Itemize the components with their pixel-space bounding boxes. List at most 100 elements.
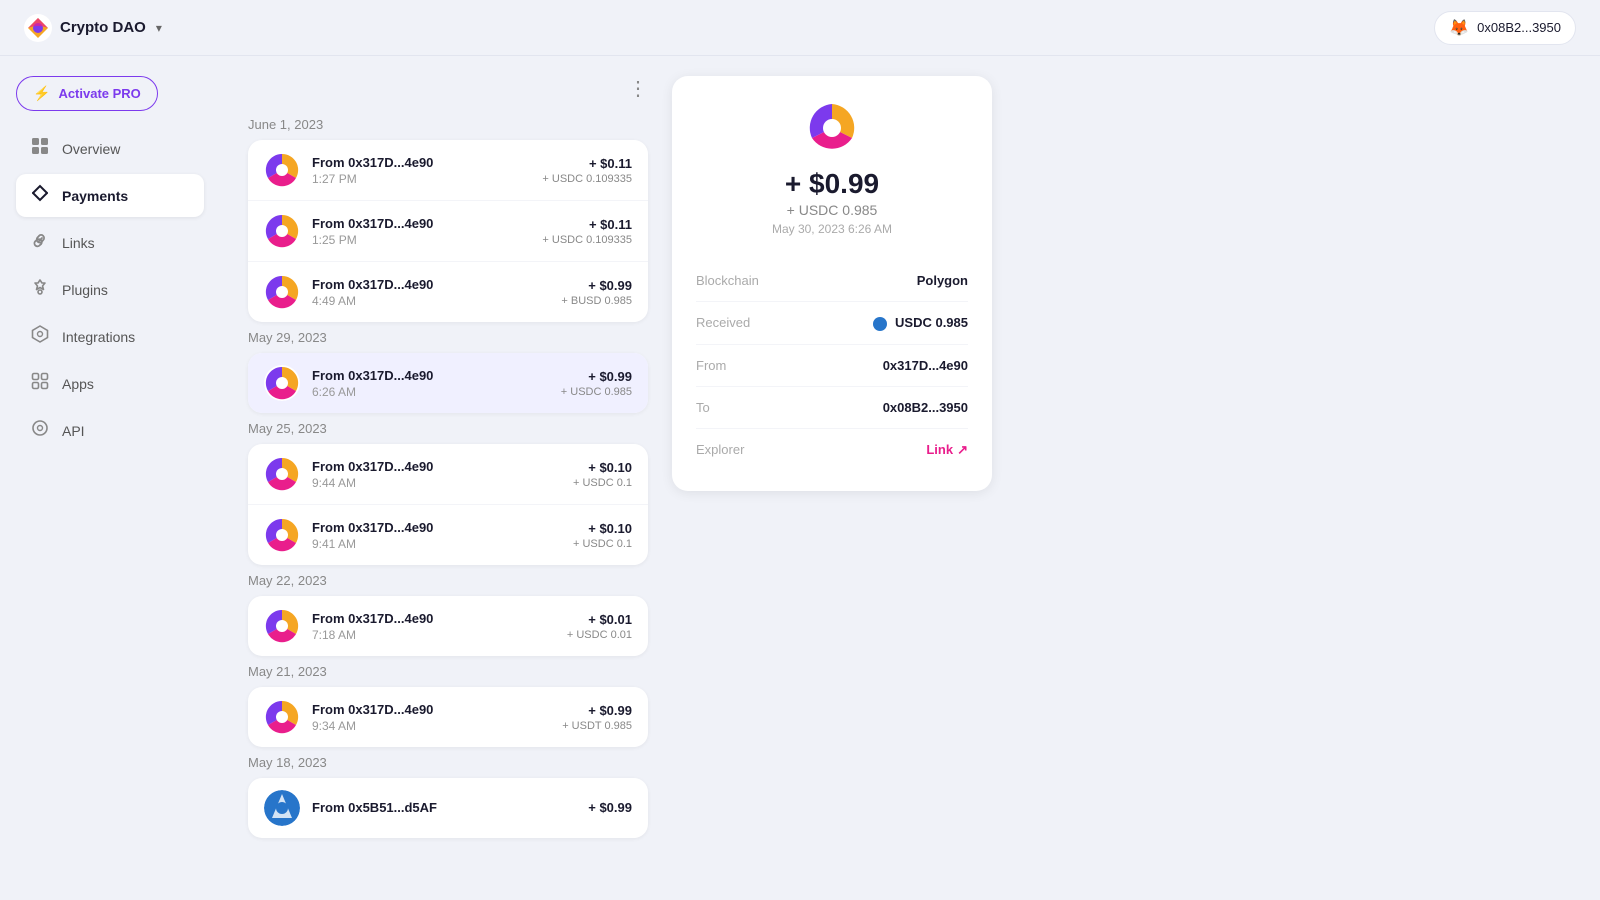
- sidebar-item-links[interactable]: Links: [16, 221, 204, 264]
- payment-avatar: [264, 517, 300, 553]
- section-header: ⋮: [248, 76, 648, 109]
- payment-usd: + $0.11: [542, 217, 632, 232]
- explorer-link[interactable]: Link ↗: [926, 442, 968, 458]
- payment-token: + USDT 0.985: [562, 720, 632, 732]
- payment-token: + USDC 0.1: [573, 538, 632, 550]
- payment-amount: + $0.99: [588, 800, 632, 817]
- payment-info: From 0x317D...4e90 9:41 AM: [312, 520, 573, 551]
- detail-token: + USDC 0.985: [787, 202, 878, 218]
- app-logo-icon: [24, 14, 52, 42]
- blockchain-value: Polygon: [917, 273, 968, 288]
- main-layout: ⚡ Activate PRO Overview Payments Links: [0, 56, 1600, 900]
- payment-token: + USDC 0.1: [573, 477, 632, 489]
- payment-info: From 0x317D...4e90 7:18 AM: [312, 611, 567, 642]
- payment-amount: + $0.11 + USDC 0.109335: [542, 156, 632, 185]
- sidebar-item-api[interactable]: API: [16, 409, 204, 452]
- payment-time: 9:34 AM: [312, 719, 562, 733]
- detail-amount: + $0.99: [785, 168, 879, 200]
- payments-list: ⋮ June 1, 2023 From 0x317D...4e90 1:27 P…: [248, 76, 648, 880]
- sidebar-item-payments[interactable]: Payments: [16, 174, 204, 217]
- payment-avatar: [264, 213, 300, 249]
- payment-token: + BUSD 0.985: [561, 295, 632, 307]
- payment-row[interactable]: From 0x317D...4e90 4:49 AM + $0.99 + BUS…: [248, 262, 648, 322]
- payment-time: 1:27 PM: [312, 172, 542, 186]
- wallet-address: 0x08B2...3950: [1477, 20, 1561, 35]
- payment-amount: + $0.99 + USDT 0.985: [562, 703, 632, 732]
- metamask-fox-icon: 🦊: [1449, 18, 1469, 38]
- payment-usd: + $0.99: [561, 369, 632, 384]
- detail-row-received: Received USDC 0.985: [696, 302, 968, 345]
- sidebar-item-overview[interactable]: Overview: [16, 127, 204, 170]
- payment-avatar: [264, 699, 300, 735]
- payment-row[interactable]: From 0x317D...4e90 6:26 AM + $0.99 + USD…: [248, 353, 648, 413]
- payment-time: 6:26 AM: [312, 385, 561, 399]
- detail-row-from: From 0x317D...4e90: [696, 345, 968, 387]
- sidebar-item-payments-label: Payments: [62, 188, 128, 204]
- payment-row[interactable]: From 0x5B51...d5AF + $0.99: [248, 778, 648, 838]
- topbar: Crypto DAO ▾ 🦊 0x08B2...3950: [0, 0, 1600, 56]
- payment-row[interactable]: From 0x317D...4e90 1:25 PM + $0.11 + USD…: [248, 201, 648, 262]
- payment-from: From 0x317D...4e90: [312, 702, 562, 717]
- payment-usd: + $0.99: [562, 703, 632, 718]
- to-value: 0x08B2...3950: [883, 400, 968, 415]
- payment-from: From 0x317D...4e90: [312, 216, 542, 231]
- payment-token: + USDC 0.985: [561, 386, 632, 398]
- payment-group-may29: From 0x317D...4e90 6:26 AM + $0.99 + USD…: [248, 353, 648, 413]
- payment-group-may25: From 0x317D...4e90 9:44 AM + $0.10 + USD…: [248, 444, 648, 565]
- payment-row[interactable]: From 0x317D...4e90 7:18 AM + $0.01 + USD…: [248, 596, 648, 656]
- sidebar-item-apps[interactable]: Apps: [16, 362, 204, 405]
- date-label-may22: May 22, 2023: [248, 573, 648, 588]
- external-link-icon: ↗: [957, 442, 968, 458]
- payment-info: From 0x317D...4e90 9:34 AM: [312, 702, 562, 733]
- payment-row[interactable]: From 0x317D...4e90 1:27 PM + $0.11 + USD…: [248, 140, 648, 201]
- app-name[interactable]: Crypto DAO: [60, 19, 146, 36]
- payment-usd: + $0.99: [561, 278, 632, 293]
- from-label: From: [696, 358, 726, 373]
- to-label: To: [696, 400, 710, 415]
- payment-avatar: [264, 152, 300, 188]
- sidebar-item-plugins-label: Plugins: [62, 282, 108, 298]
- detail-row-blockchain: Blockchain Polygon: [696, 260, 968, 302]
- payment-from: From 0x5B51...d5AF: [312, 800, 588, 815]
- detail-panel: + $0.99 + USDC 0.985 May 30, 2023 6:26 A…: [672, 76, 992, 491]
- payment-row[interactable]: From 0x317D...4e90 9:41 AM + $0.10 + USD…: [248, 505, 648, 565]
- payment-avatar: [264, 365, 300, 401]
- payment-time: 4:49 AM: [312, 294, 561, 308]
- detail-rows: Blockchain Polygon Received USDC 0.985 F…: [696, 260, 968, 471]
- usdc-icon: [873, 317, 887, 331]
- sidebar-item-api-label: API: [62, 423, 85, 439]
- payment-row[interactable]: From 0x317D...4e90 9:34 AM + $0.99 + USD…: [248, 687, 648, 747]
- payment-amount: + $0.01 + USDC 0.01: [567, 612, 632, 641]
- explorer-label: Explorer: [696, 442, 744, 457]
- wallet-badge[interactable]: 🦊 0x08B2...3950: [1434, 11, 1576, 45]
- payment-avatar: [264, 274, 300, 310]
- overview-icon: [30, 137, 50, 160]
- app-dropdown-arrow[interactable]: ▾: [156, 21, 162, 35]
- activate-pro-label: Activate PRO: [58, 86, 140, 101]
- activate-pro-button[interactable]: ⚡ Activate PRO: [16, 76, 158, 111]
- topbar-left: Crypto DAO ▾: [24, 14, 162, 42]
- more-options-button[interactable]: ⋮: [628, 76, 648, 101]
- date-label-may21: May 21, 2023: [248, 664, 648, 679]
- payment-group-june1: From 0x317D...4e90 1:27 PM + $0.11 + USD…: [248, 140, 648, 322]
- sidebar-item-plugins[interactable]: Plugins: [16, 268, 204, 311]
- payment-from: From 0x317D...4e90: [312, 277, 561, 292]
- payment-time: 1:25 PM: [312, 233, 542, 247]
- payment-from: From 0x317D...4e90: [312, 459, 573, 474]
- payment-row[interactable]: From 0x317D...4e90 9:44 AM + $0.10 + USD…: [248, 444, 648, 505]
- date-label-may29: May 29, 2023: [248, 330, 648, 345]
- received-label: Received: [696, 315, 750, 330]
- sidebar-item-overview-label: Overview: [62, 141, 120, 157]
- sidebar-item-integrations[interactable]: Integrations: [16, 315, 204, 358]
- payment-usd: + $0.11: [542, 156, 632, 171]
- payment-group-may21: From 0x317D...4e90 9:34 AM + $0.99 + USD…: [248, 687, 648, 747]
- payment-info: From 0x317D...4e90 1:27 PM: [312, 155, 542, 186]
- sidebar: ⚡ Activate PRO Overview Payments Links: [0, 56, 220, 900]
- payment-time: 9:44 AM: [312, 476, 573, 490]
- payment-time: 7:18 AM: [312, 628, 567, 642]
- payment-group-may22: From 0x317D...4e90 7:18 AM + $0.01 + USD…: [248, 596, 648, 656]
- payment-avatar: [264, 608, 300, 644]
- payment-info: From 0x5B51...d5AF: [312, 800, 588, 817]
- detail-avatar: [804, 100, 860, 156]
- integrations-icon: [30, 325, 50, 348]
